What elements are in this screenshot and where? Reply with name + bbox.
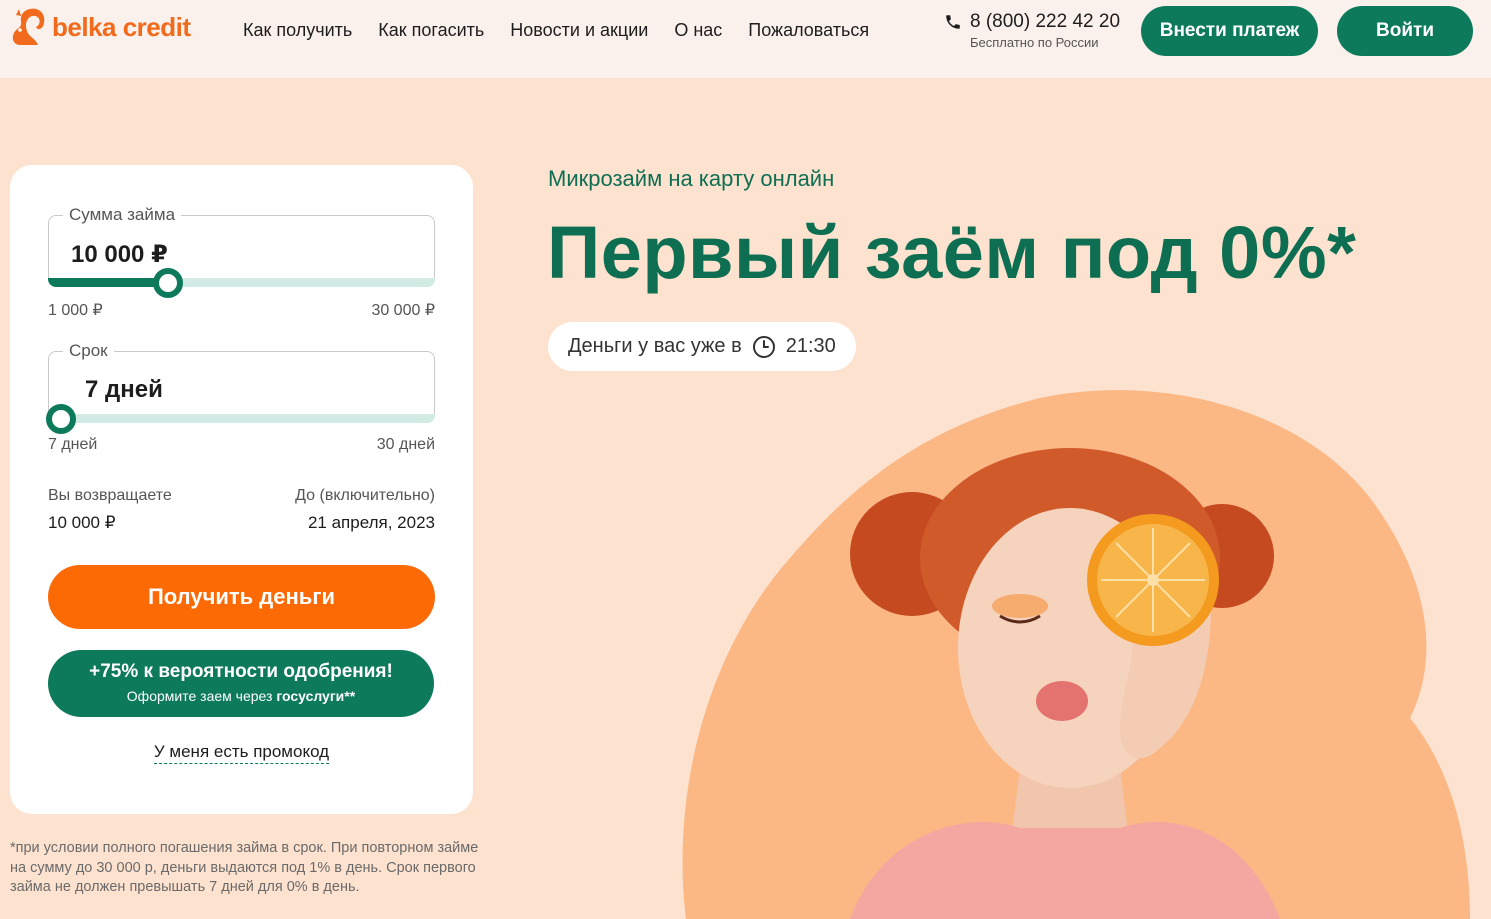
gosuslugi-text: Оформите заем через bbox=[126, 688, 273, 704]
due-date-value: 21 апреля, 2023 bbox=[307, 513, 435, 532]
footnote: *при условии полного погашения займа в с… bbox=[10, 840, 479, 895]
amount-slider-fill bbox=[48, 278, 168, 287]
gosuslugi-mark: ** bbox=[344, 688, 356, 704]
squirrel-logo-icon bbox=[12, 8, 45, 45]
term-min: 7 дней bbox=[48, 436, 98, 453]
amount-range: 1 000 ₽ 30 000 ₽ bbox=[48, 300, 435, 320]
eyeshadow bbox=[992, 594, 1048, 618]
nav-about[interactable]: О нас bbox=[674, 20, 722, 41]
delivery-time-pill: Деньги у вас уже в 21:30 bbox=[548, 322, 856, 371]
make-payment-button[interactable]: Внести платеж bbox=[1141, 6, 1318, 56]
amount-max: 30 000 ₽ bbox=[371, 302, 435, 319]
nav-complaint[interactable]: Пожаловаться bbox=[748, 20, 869, 41]
amount-slider-track[interactable] bbox=[48, 278, 435, 287]
brand-name: belka credit bbox=[52, 11, 191, 42]
contact-phone: 8 (800) 222 42 20 Бесплатно по России bbox=[944, 11, 1120, 50]
term-slider-handle[interactable] bbox=[46, 404, 76, 434]
amount-value: 10 000 ₽ bbox=[71, 241, 168, 268]
term-max: 30 дней bbox=[376, 436, 435, 453]
get-money-button[interactable]: Получить деньги bbox=[48, 565, 435, 629]
nav-how-to-get[interactable]: Как получить bbox=[243, 20, 352, 41]
site-header: belka credit Как получить Как погасить Н… bbox=[0, 0, 1491, 78]
term-value: 7 дней bbox=[85, 376, 163, 403]
due-date-summary: До (включительно) 21 апреля, 2023 bbox=[295, 487, 435, 533]
promo-code-wrapper: У меня есть промокод bbox=[10, 742, 473, 764]
gosuslugi-subtitle: Оформите заем через госуслуги** bbox=[48, 688, 434, 704]
nav-news[interactable]: Новости и акции bbox=[510, 20, 648, 41]
amount-label: Сумма займа bbox=[63, 205, 182, 225]
gosuslugi-button[interactable]: +75% к вероятности одобрения! Оформите з… bbox=[48, 650, 434, 717]
phone-note: Бесплатно по России bbox=[970, 35, 1099, 50]
phone-number-link[interactable]: 8 (800) 222 42 20 bbox=[970, 11, 1120, 33]
gosuslugi-title: +75% к вероятности одобрения! bbox=[89, 661, 393, 682]
amount-field[interactable]: Сумма займа 10 000 ₽ bbox=[48, 205, 435, 287]
clock-icon bbox=[752, 335, 775, 358]
phone-icon bbox=[946, 15, 960, 29]
lips bbox=[1036, 681, 1088, 721]
repay-label: Вы возвращаете bbox=[48, 487, 172, 504]
term-range: 7 дней 30 дней bbox=[48, 436, 435, 454]
hero-headline: Первый заём под 0%* bbox=[547, 211, 1357, 294]
main-nav: Как получить Как погасить Новости и акци… bbox=[243, 20, 869, 41]
login-button[interactable]: Войти bbox=[1337, 6, 1473, 56]
loan-calculator-card: Сумма займа 10 000 ₽ 1 000 ₽ 30 000 ₽ Ср… bbox=[10, 165, 473, 814]
repay-summary: Вы возвращаете 10 000 ₽ bbox=[48, 487, 172, 533]
term-field[interactable]: Срок 7 дней bbox=[48, 341, 435, 423]
amount-min: 1 000 ₽ bbox=[48, 302, 103, 319]
gosuslugi-brand: госуслуги bbox=[276, 688, 345, 704]
repay-value: 10 000 ₽ bbox=[48, 513, 116, 532]
delivery-time-value: 21:30 bbox=[785, 335, 836, 357]
due-date-label: До (включительно) bbox=[295, 487, 435, 504]
nav-how-to-repay[interactable]: Как погасить bbox=[378, 20, 484, 41]
promo-code-link[interactable]: У меня есть промокод bbox=[153, 742, 330, 764]
term-label: Срок bbox=[63, 341, 114, 361]
delivery-time-text: Деньги у вас уже в bbox=[568, 335, 742, 357]
term-slider-track[interactable] bbox=[48, 414, 435, 423]
hero-illustration bbox=[682, 390, 1470, 919]
hero-subtitle: Микрозайм на карту онлайн bbox=[548, 166, 835, 191]
brand-logo[interactable]: belka credit bbox=[8, 5, 191, 49]
amount-slider-handle[interactable] bbox=[152, 268, 183, 298]
